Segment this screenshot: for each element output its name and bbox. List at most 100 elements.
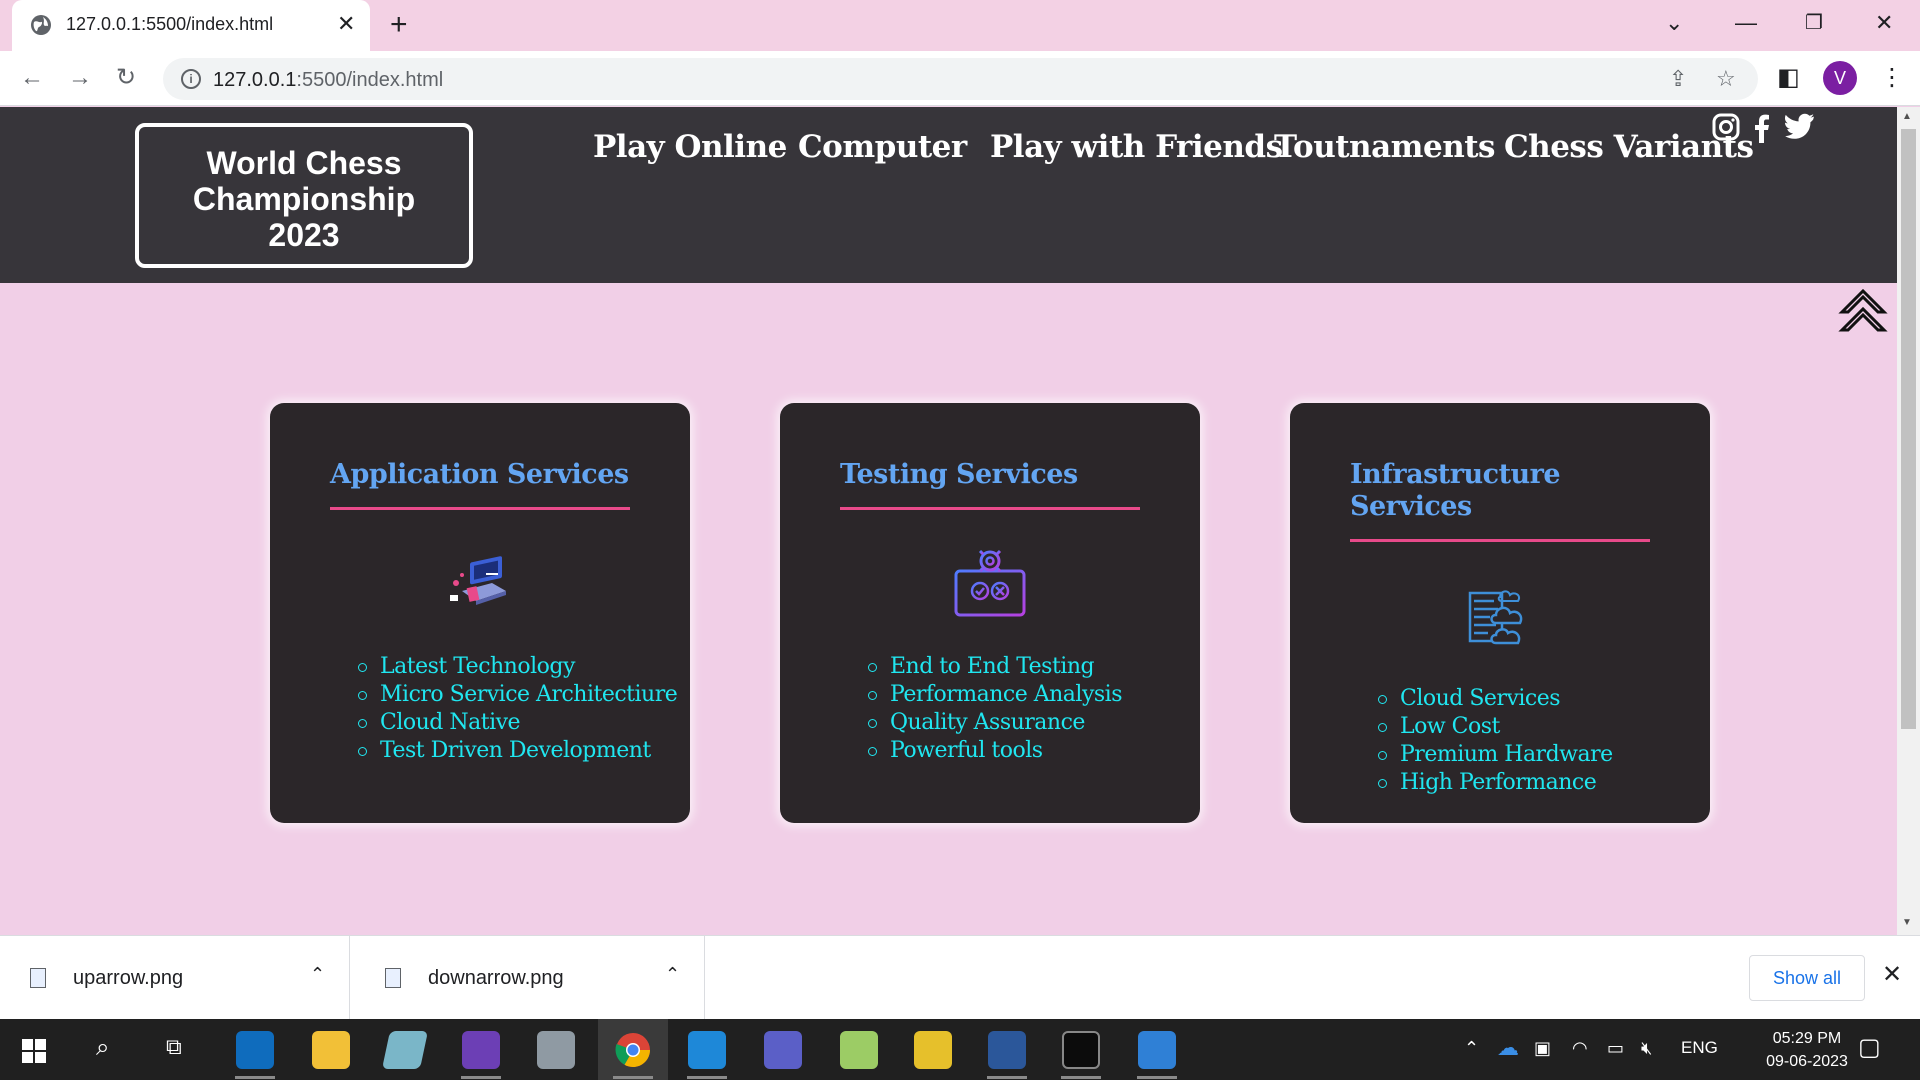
teams-icon[interactable] <box>764 1031 802 1069</box>
tab-title: 127.0.0.1:5500/index.html <box>66 14 274 34</box>
download-filename: downarrow.png <box>428 967 564 989</box>
running-indicator <box>1061 1076 1101 1079</box>
url-path: :5500/index.html <box>296 69 444 91</box>
nav-play-with-friends[interactable]: Play with Friends <box>990 129 1283 165</box>
list-item: Micro Service Architectiure <box>358 681 678 709</box>
file-explorer-icon[interactable] <box>312 1031 350 1069</box>
running-indicator <box>1137 1076 1177 1079</box>
logo-line: Championship <box>192 181 416 217</box>
new-tab-icon[interactable]: + <box>390 8 408 42</box>
close-downloads-icon[interactable]: ✕ <box>1882 960 1902 989</box>
menu-kebab-icon[interactable]: ⋮ <box>1880 63 1904 93</box>
testing-gear-screen-icon <box>954 547 1026 617</box>
chevron-up-tray-icon[interactable]: ⌃ <box>1464 1038 1479 1059</box>
scroll-up-arrow-icon[interactable]: ▲ <box>1902 111 1912 122</box>
outlook-icon[interactable] <box>236 1031 274 1069</box>
nav-play-online[interactable]: Play Online <box>593 129 787 165</box>
running-indicator <box>613 1076 653 1079</box>
nav-computer[interactable]: Computer <box>798 129 967 165</box>
language-indicator[interactable]: ENG <box>1681 1038 1718 1058</box>
list-item: Powerful tools <box>868 737 1122 765</box>
clock-time: 05:29 PM <box>1772 1030 1842 1047</box>
side-panel-icon[interactable]: ◧ <box>1777 63 1800 93</box>
chevron-up-icon[interactable]: ⌃ <box>665 964 680 985</box>
running-indicator <box>461 1076 501 1079</box>
forward-icon[interactable]: → <box>68 63 92 93</box>
bookmark-star-icon[interactable]: ☆ <box>1716 66 1736 92</box>
list-item: Performance Analysis <box>868 681 1123 709</box>
download-item[interactable]: uparrow.png ⌃ <box>0 936 350 1020</box>
profile-avatar[interactable]: V <box>1823 61 1857 95</box>
photos-icon[interactable] <box>1138 1031 1176 1069</box>
share-icon[interactable]: ⇪ <box>1669 66 1687 92</box>
service-card-application: Application Services Latest Technology M… <box>270 403 690 823</box>
list-item: End to End Testing <box>868 653 1122 681</box>
service-card-testing: Testing Services End to End Testing Perf… <box>780 403 1200 823</box>
browser-toolbar: ← → ↻ i 127.0.0.1:5500/index.html ⇪ ☆ ◧ … <box>0 51 1920 106</box>
url-text: 127.0.0.1:5500/index.html <box>213 69 443 92</box>
developer-laptop-icon <box>450 556 506 605</box>
site-logo[interactable]: World Chess Championship 2023 <box>135 123 473 268</box>
list-item: High Performance <box>1378 769 1613 797</box>
twitter-icon[interactable] <box>1785 113 1815 139</box>
battery-icon[interactable]: ▭ <box>1607 1038 1624 1059</box>
list-item: Premium Hardware <box>1378 741 1613 769</box>
tab-search-chevron-icon[interactable]: ⌄ <box>1665 8 1683 38</box>
card-title: Application Services <box>330 459 629 490</box>
globe-icon <box>31 15 51 35</box>
tab-close-icon[interactable]: ✕ <box>337 11 355 37</box>
instagram-icon[interactable] <box>1712 113 1740 141</box>
service-card-infrastructure: Infrastructure Services Cloud Services L… <box>1290 403 1710 823</box>
chevron-up-icon[interactable]: ⌃ <box>310 964 325 985</box>
scroll-down-arrow-icon[interactable]: ▼ <box>1902 917 1912 928</box>
back-icon[interactable]: ← <box>20 63 44 93</box>
downloads-bar: uparrow.png ⌃ downarrow.png ⌃ Show all ✕ <box>0 935 1920 1020</box>
facebook-icon[interactable] <box>1752 113 1770 143</box>
search-icon[interactable]: ⌕ <box>96 1034 109 1062</box>
paint-icon[interactable] <box>840 1031 878 1069</box>
task-view-icon[interactable]: ⧉ <box>166 1034 182 1060</box>
meet-now-icon[interactable]: ▣ <box>1534 1038 1551 1059</box>
wifi-icon[interactable]: ◠ <box>1572 1038 1588 1059</box>
snipping-tool-icon[interactable] <box>381 1031 429 1069</box>
notification-center-icon[interactable]: ▢ <box>1858 1033 1881 1062</box>
card-title: Testing Services <box>840 459 1078 490</box>
address-bar[interactable]: i 127.0.0.1:5500/index.html ⇪ ☆ <box>163 58 1758 100</box>
minimize-icon[interactable]: — <box>1735 8 1757 38</box>
running-indicator <box>235 1076 275 1079</box>
card-title-underline <box>840 507 1140 510</box>
reload-icon[interactable]: ↻ <box>116 63 136 93</box>
scrollbar-thumb[interactable] <box>1901 129 1916 729</box>
onedrive-cloud-icon[interactable]: ☁ <box>1497 1035 1519 1061</box>
image-file-icon <box>30 968 46 988</box>
browser-tab-strip: 127.0.0.1:5500/index.html ✕ + ⌄ — ❐ ✕ <box>0 0 1920 51</box>
logo-line: 2023 <box>268 217 340 253</box>
list-item: Low Cost <box>1378 713 1613 741</box>
feature-list: Cloud Services Low Cost Premium Hardware… <box>1378 685 1613 797</box>
browser-tab[interactable]: 127.0.0.1:5500/index.html ✕ <box>12 0 370 51</box>
list-item: Quality Assurance <box>868 709 1122 737</box>
vscode-icon[interactable] <box>688 1031 726 1069</box>
terminal-icon[interactable] <box>1062 1031 1100 1069</box>
show-all-button[interactable]: Show all <box>1749 955 1865 1001</box>
file-archive-icon[interactable] <box>537 1031 575 1069</box>
download-item[interactable]: downarrow.png ⌃ <box>355 936 705 1020</box>
logo-line: World Chess <box>206 145 402 181</box>
list-item: Cloud Services <box>1378 685 1613 713</box>
site-header: World Chess Championship 2023 Play Onlin… <box>0 107 1897 283</box>
nav-tournaments[interactable]: Toutnaments <box>1274 129 1496 165</box>
card-title-underline <box>330 507 630 510</box>
chrome-icon[interactable] <box>614 1031 652 1069</box>
visual-studio-icon[interactable] <box>462 1031 500 1069</box>
card-title: Infrastructure Services <box>1350 459 1561 522</box>
scroll-to-top-icon[interactable] <box>1838 286 1888 336</box>
speaker-muted-icon[interactable]: 🔇︎ <box>1641 1038 1652 1059</box>
tool-app-icon[interactable] <box>914 1031 952 1069</box>
word-icon[interactable] <box>988 1031 1026 1069</box>
page-scrollbar[interactable]: ▲ ▼ <box>1897 107 1920 935</box>
windows-start-icon[interactable] <box>22 1039 46 1063</box>
window-close-icon[interactable]: ✕ <box>1875 8 1893 38</box>
system-clock[interactable]: 05:29 PM 09-06-2023 <box>1752 1027 1862 1073</box>
site-info-icon[interactable]: i <box>181 69 201 89</box>
restore-icon[interactable]: ❐ <box>1805 8 1823 38</box>
